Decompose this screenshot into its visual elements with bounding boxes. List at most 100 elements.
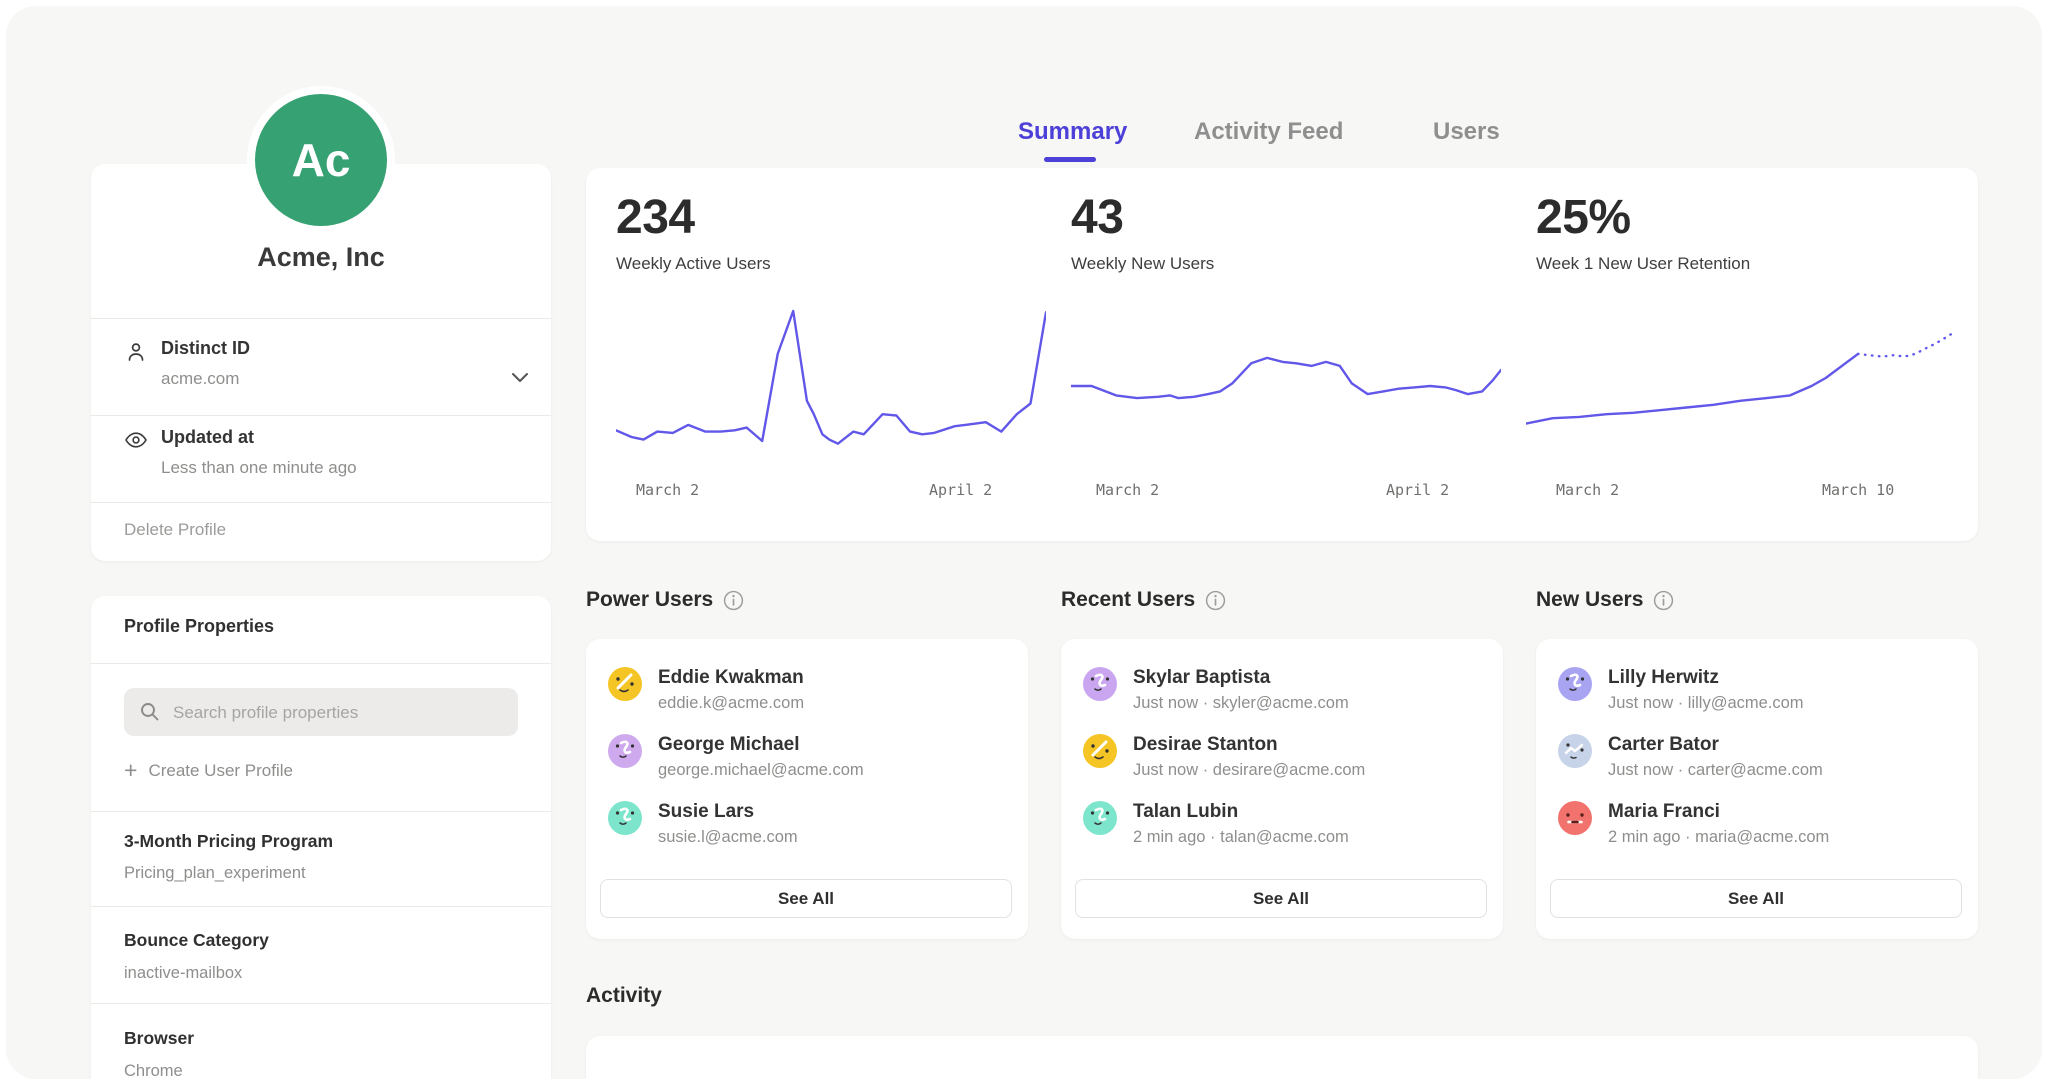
user-row[interactable]: Talan Lubin 2 min ago · talan@acme.com [1061,801,1503,859]
user-row[interactable]: Carter Bator Just now · carter@acme.com [1536,734,1978,792]
profile-properties-card: Profile Properties + Create User Profile… [91,596,551,1079]
section-title: New Users [1536,588,1643,612]
property-name: 3-Month Pricing Program [124,831,333,852]
x-tick: March 2 [1556,481,1619,499]
see-all-button[interactable]: See All [1550,879,1962,918]
user-row[interactable]: Skylar Baptista Just now · skyler@acme.c… [1061,667,1503,725]
profile-properties-search [124,688,518,736]
user-avatar [1558,801,1592,835]
user-row[interactable]: Maria Franci 2 min ago · maria@acme.com [1536,801,1978,859]
x-tick: April 2 [1386,481,1449,499]
chevron-down-icon[interactable] [511,372,529,384]
user-name: Susie Lars [658,801,754,823]
stat-weekly-active-users-label: Weekly Active Users [616,254,771,274]
field-label-distinct-id: Distinct ID [161,338,250,359]
stat-retention-label: Week 1 New User Retention [1536,254,1750,274]
x-tick: March 2 [636,481,699,499]
property-value: inactive-mailbox [124,964,242,983]
user-subtext: eddie.k@acme.com [658,694,804,713]
user-name: Desirae Stanton [1133,734,1278,756]
x-tick: March 2 [1096,481,1159,499]
user-avatar [1083,801,1117,835]
user-avatar [1558,734,1592,768]
user-name: Maria Franci [1608,801,1720,823]
divider [91,502,551,503]
user-row[interactable]: Lilly Herwitz Just now · lilly@acme.com [1536,667,1978,725]
user-subtext: 2 min ago · talan@acme.com [1133,828,1349,847]
x-tick: April 2 [929,481,992,499]
user-subtext: Just now · lilly@acme.com [1608,694,1804,713]
create-user-profile-button[interactable]: + Create User Profile [124,759,293,782]
user-subtext: Just now · desirare@acme.com [1133,761,1365,780]
see-all-button[interactable]: See All [1075,879,1487,918]
user-avatar [1083,667,1117,701]
divider [91,811,551,812]
tab-activity-feed[interactable]: Activity Feed [1194,118,1343,146]
divider [91,318,551,319]
recent-users-header: Recent Users [1061,588,1226,612]
info-icon[interactable] [1205,590,1226,611]
divider [91,415,551,416]
eye-icon [124,428,148,452]
tab-summary[interactable]: Summary [1018,118,1127,146]
profile-properties-title: Profile Properties [124,616,274,637]
section-title: Recent Users [1061,588,1195,612]
user-name: George Michael [658,734,800,756]
user-avatar [608,667,642,701]
search-input[interactable] [171,688,505,738]
user-avatar [608,734,642,768]
user-subtext: george.michael@acme.com [658,761,864,780]
section-title: Power Users [586,588,713,612]
divider [91,1003,551,1004]
stat-weekly-new-users-value: 43 [1071,190,1123,245]
company-initials: Ac [292,133,351,187]
weekly-active-users-chart: March 2 April 2 [616,303,1046,513]
user-subtext: 2 min ago · maria@acme.com [1608,828,1829,847]
app-panel: Ac Acme, Inc Distinct ID acme.com Update… [6,6,2042,1079]
divider [91,906,551,907]
property-name: Bounce Category [124,930,269,951]
user-avatar [1558,667,1592,701]
user-name: Skylar Baptista [1133,667,1270,689]
delete-profile-button[interactable]: Delete Profile [124,520,226,540]
stat-weekly-active-users-value: 234 [616,190,695,245]
activity-section-title: Activity [586,984,662,1008]
user-avatar [1083,734,1117,768]
activity-card: 234 240 3.4k [586,1036,1978,1079]
see-all-button[interactable]: See All [600,879,1012,918]
activity-stat-value: 240 [1069,1072,1148,1079]
new-users-card: Lilly Herwitz Just now · lilly@acme.com … [1536,639,1978,939]
person-icon [124,340,148,364]
activity-stat-value: 3.4k [1526,1072,1617,1079]
user-row[interactable]: Desirae Stanton Just now · desirare@acme… [1061,734,1503,792]
field-value-updated-at: Less than one minute ago [161,458,357,478]
property-value: Pricing_plan_experiment [124,864,306,883]
user-avatar [608,801,642,835]
search-icon [139,701,161,723]
activity-stat-value: 234 [614,1072,693,1079]
info-icon[interactable] [1653,590,1674,611]
field-value-distinct-id: acme.com [161,369,239,389]
new-users-header: New Users [1536,588,1674,612]
active-tab-underline [1044,157,1096,162]
user-subtext: Just now · skyler@acme.com [1133,694,1349,713]
user-name: Talan Lubin [1133,801,1238,823]
recent-users-card: Skylar Baptista Just now · skyler@acme.c… [1061,639,1503,939]
company-name: Acme, Inc [91,242,551,273]
stat-retention-value: 25% [1536,190,1631,245]
user-row[interactable]: George Michael george.michael@acme.com [586,734,1028,792]
user-row[interactable]: Susie Lars susie.l@acme.com [586,801,1028,859]
user-row[interactable]: Eddie Kwakman eddie.k@acme.com [586,667,1028,725]
property-value: Chrome [124,1062,183,1079]
user-name: Eddie Kwakman [658,667,804,689]
summary-card: 234 Weekly Active Users 43 Weekly New Us… [586,168,1978,541]
tab-users[interactable]: Users [1433,118,1500,146]
info-icon[interactable] [723,590,744,611]
user-subtext: susie.l@acme.com [658,828,798,847]
stat-weekly-new-users-label: Weekly New Users [1071,254,1214,274]
retention-chart: March 2 March 10 [1526,303,1956,513]
x-tick: March 10 [1822,481,1894,499]
user-name: Carter Bator [1608,734,1719,756]
company-avatar: Ac [255,94,387,226]
divider [91,663,551,664]
